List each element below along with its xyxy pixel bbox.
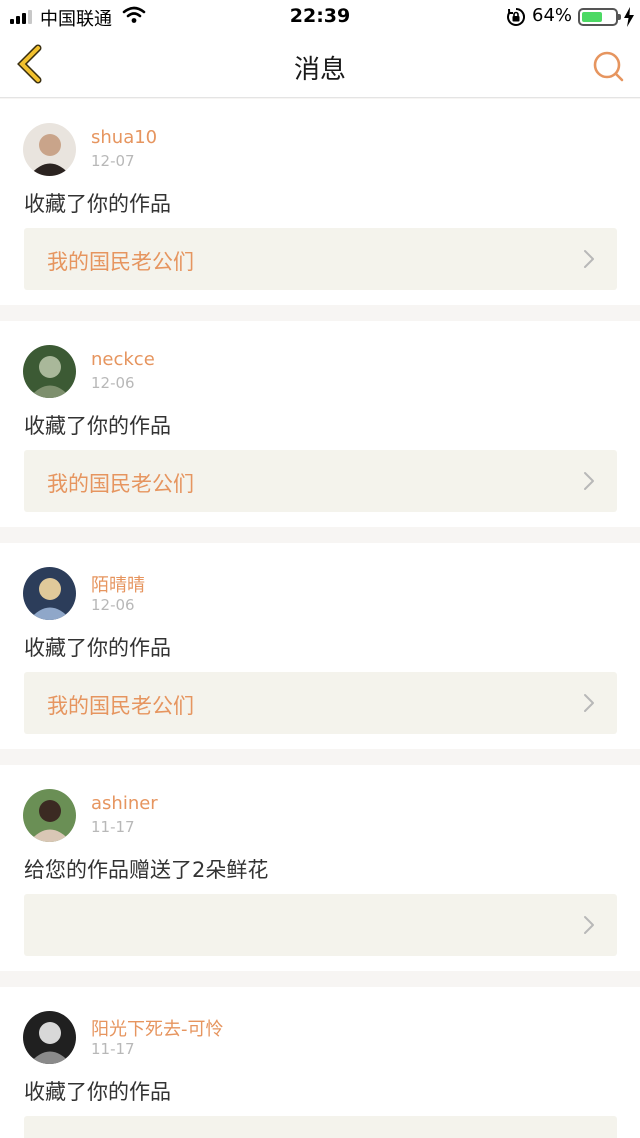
avatar[interactable] xyxy=(23,789,76,842)
chevron-right-icon xyxy=(584,472,594,490)
battery-icon xyxy=(578,8,621,26)
message-date: 12-06 xyxy=(91,374,135,392)
message-date: 11-17 xyxy=(91,818,135,836)
username-link[interactable]: ashiner xyxy=(91,793,158,814)
work-link[interactable]: 我的国民老公们 xyxy=(24,450,617,512)
work-link[interactable] xyxy=(24,1116,617,1138)
message-text: 收藏了你的作品 xyxy=(24,636,171,660)
status-bar: 中国联通 22:39 64% xyxy=(0,0,640,32)
message-card[interactable]: 陌晴晴 12-06 收藏了你的作品我的国民老公们 xyxy=(0,543,640,749)
message-card[interactable]: shua10 12-07 收藏了你的作品我的国民老公们 xyxy=(0,99,640,305)
avatar[interactable] xyxy=(23,1011,76,1064)
work-link[interactable]: 我的国民老公们 xyxy=(24,672,617,734)
username-link[interactable]: 陌晴晴 xyxy=(91,571,145,597)
message-text: 收藏了你的作品 xyxy=(24,414,171,438)
chevron-right-icon xyxy=(584,250,594,268)
charging-bolt-icon xyxy=(624,7,634,27)
work-link[interactable] xyxy=(24,894,617,956)
work-title: 我的国民老公们 xyxy=(47,250,194,274)
work-title: 我的国民老公们 xyxy=(47,472,194,496)
message-date: 12-07 xyxy=(91,152,135,170)
message-card[interactable]: 阳光下死去-可怜 11-17 收藏了你的作品 xyxy=(0,987,640,1138)
work-title: 我的国民老公们 xyxy=(47,694,194,718)
chevron-right-icon xyxy=(584,694,594,712)
avatar[interactable] xyxy=(23,123,76,176)
message-card[interactable]: ashiner 11-17 给您的作品赠送了2朵鲜花 xyxy=(0,765,640,971)
avatar[interactable] xyxy=(23,567,76,620)
message-card[interactable]: neckce 12-06 收藏了你的作品我的国民老公们 xyxy=(0,321,640,527)
chevron-right-icon xyxy=(584,916,594,934)
username-link[interactable]: neckce xyxy=(91,349,155,370)
work-link[interactable]: 我的国民老公们 xyxy=(24,228,617,290)
message-text: 收藏了你的作品 xyxy=(24,1080,171,1104)
message-date: 11-17 xyxy=(91,1040,135,1058)
nav-bar: 消息 xyxy=(0,32,640,98)
message-text: 给您的作品赠送了2朵鲜花 xyxy=(24,858,269,882)
message-date: 12-06 xyxy=(91,596,135,614)
rotation-lock-icon xyxy=(507,8,525,26)
battery-percent: 64% xyxy=(532,5,573,26)
search-icon[interactable] xyxy=(590,48,626,84)
avatar[interactable] xyxy=(23,345,76,398)
username-link[interactable]: shua10 xyxy=(91,127,157,148)
username-link[interactable]: 阳光下死去-可怜 xyxy=(91,1015,224,1041)
message-text: 收藏了你的作品 xyxy=(24,192,171,216)
page-title: 消息 xyxy=(293,55,346,85)
